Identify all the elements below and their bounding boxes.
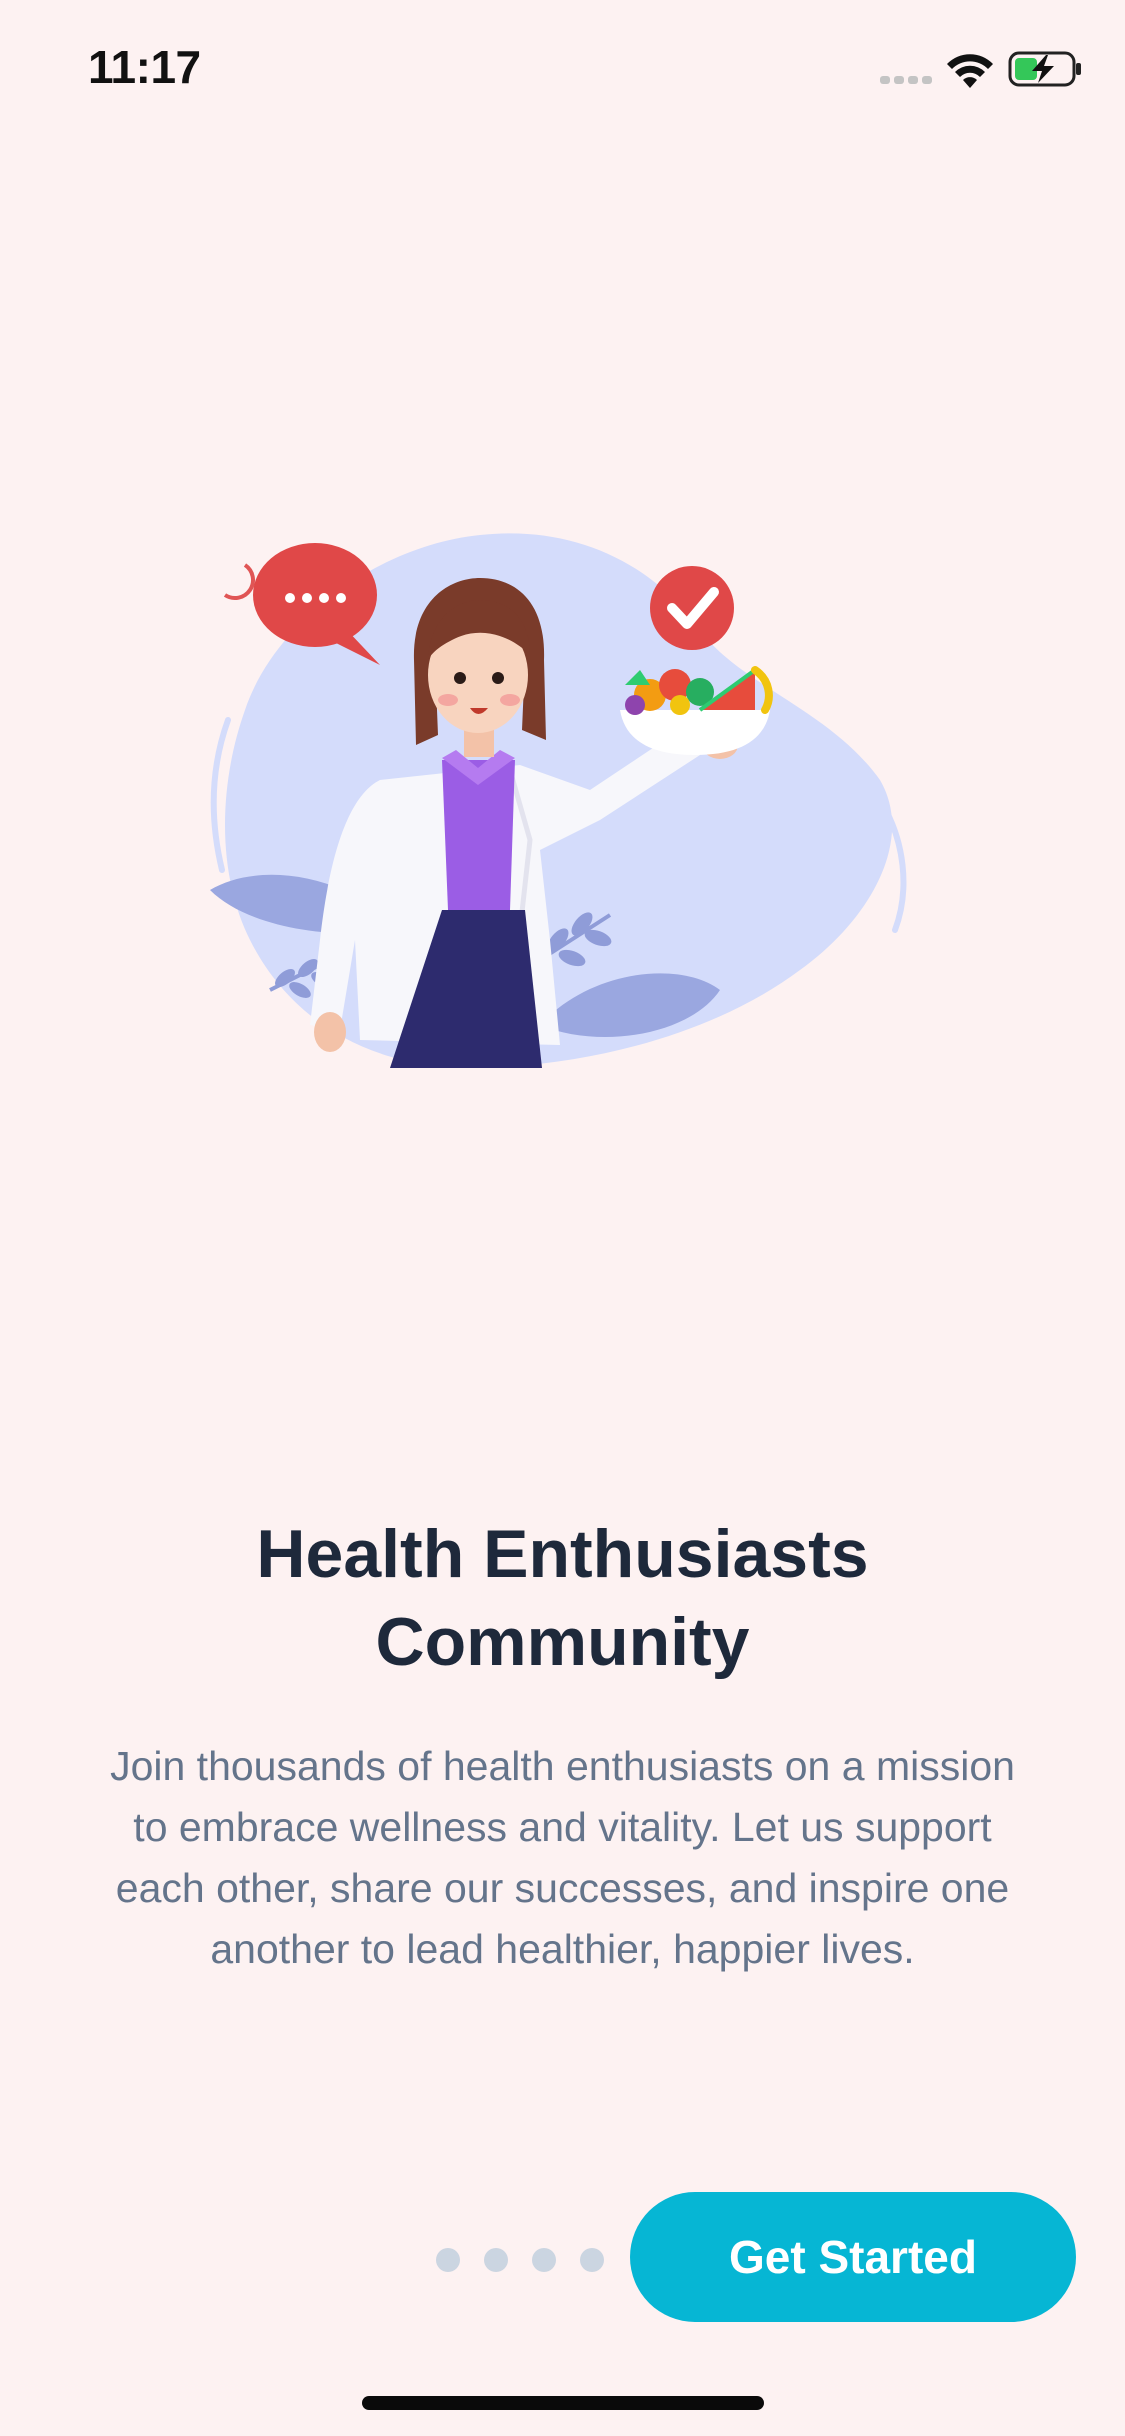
- page-indicator: [436, 2248, 604, 2272]
- onboarding-title: Health Enthusiasts Community: [256, 1516, 869, 1680]
- wifi-icon: [947, 54, 993, 88]
- status-bar: 11:17: [0, 0, 1125, 140]
- cellular-signal-icon: [880, 76, 932, 84]
- home-indicator[interactable]: [362, 2396, 764, 2410]
- page-dot-4[interactable]: [580, 2248, 604, 2272]
- page-dot-2[interactable]: [484, 2248, 508, 2272]
- get-started-button[interactable]: Get Started: [630, 2192, 1076, 2322]
- doctor-illustration: [210, 533, 907, 1069]
- battery-charging-icon: [1008, 51, 1081, 87]
- cheek-left: [438, 694, 458, 706]
- page-dot-3[interactable]: [532, 2248, 556, 2272]
- checkmark-icon: [650, 566, 734, 650]
- hand-left: [314, 1012, 346, 1052]
- onboarding-description: Join thousands of health enthusiasts on …: [110, 1743, 1015, 1972]
- eye-left: [454, 672, 466, 684]
- status-time: 11:17: [88, 41, 201, 93]
- eye-right: [492, 672, 504, 684]
- cheek-right: [500, 694, 520, 706]
- page-dot-1[interactable]: [436, 2248, 460, 2272]
- onboarding-screen: 11:17 Health Enthusiasts Community Join …: [0, 0, 1125, 2436]
